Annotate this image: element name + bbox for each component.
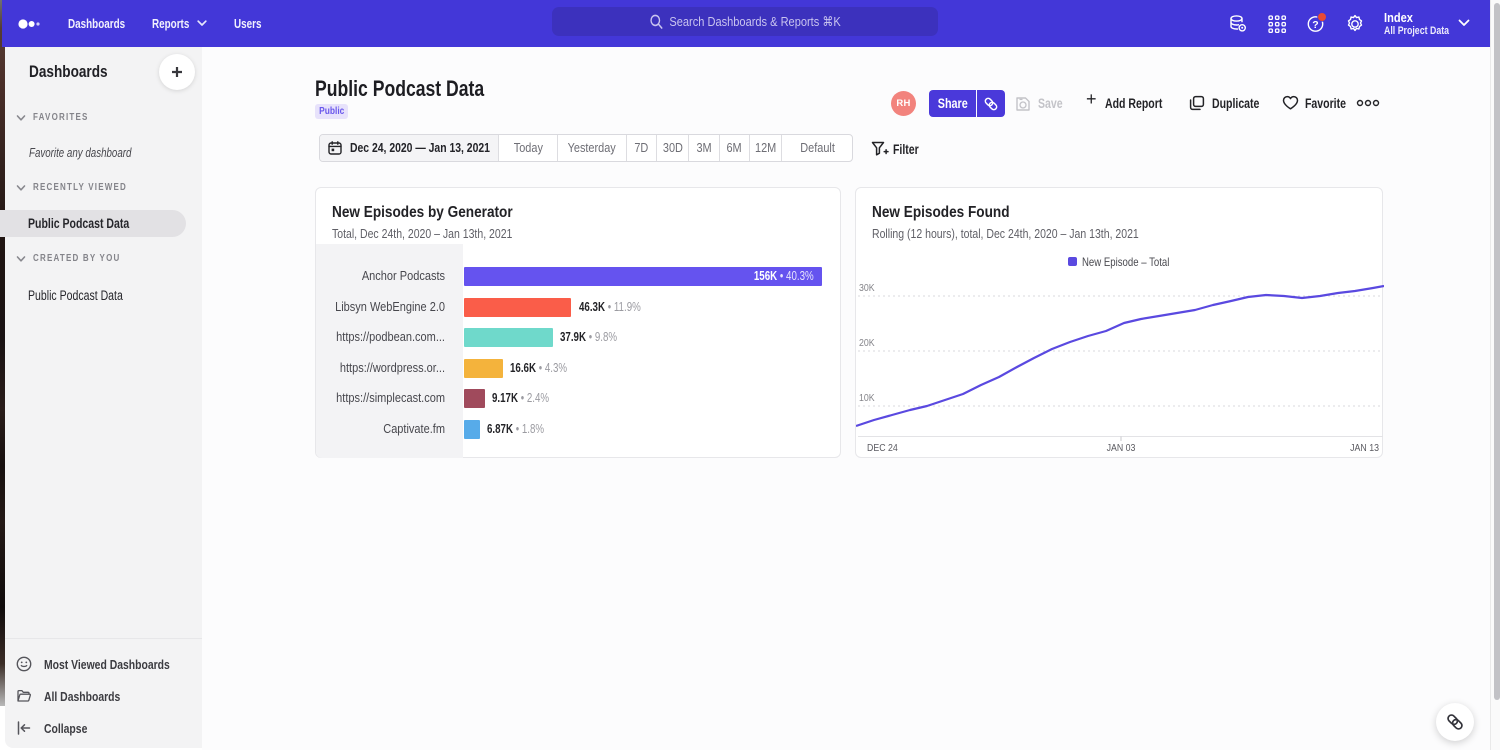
svg-text:JAN 03: JAN 03 <box>1107 441 1136 453</box>
svg-text:30K: 30K <box>859 281 875 293</box>
svg-text:10K: 10K <box>859 391 875 403</box>
svg-text:?: ? <box>1312 19 1318 31</box>
svg-text:20K: 20K <box>859 336 875 348</box>
svg-text:DEC 24: DEC 24 <box>867 441 898 453</box>
svg-text:JAN 13: JAN 13 <box>1350 441 1379 453</box>
